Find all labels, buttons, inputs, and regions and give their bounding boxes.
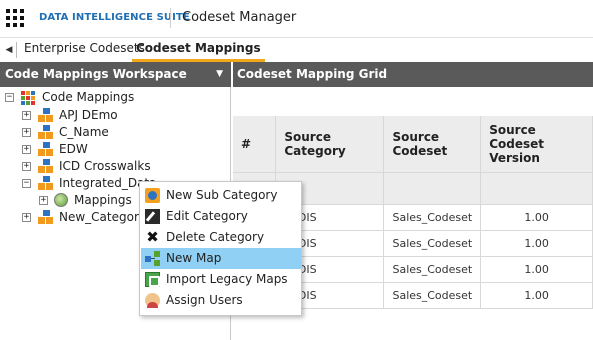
filter-cell[interactable] <box>383 172 482 205</box>
source-version-cell: 1.00 <box>480 230 593 257</box>
menu-item-label: New Sub Category <box>166 188 278 202</box>
brand-title[interactable]: DATA INTELLIGENCE SUITE <box>39 12 190 23</box>
tab-enterprise-codesets[interactable]: Enterprise Codesets <box>20 40 149 62</box>
code-mappings-icon <box>20 90 36 105</box>
expand-toggle-icon[interactable]: + <box>22 162 31 171</box>
tab-bar: ◀ Enterprise Codesets Codeset Mappings <box>0 38 593 62</box>
import-icon <box>145 272 160 287</box>
column-header-number[interactable]: # <box>233 116 277 173</box>
grid-panel-title: Codeset Mapping Grid <box>237 67 388 81</box>
tab-divider <box>16 42 17 58</box>
tree-root-label: Code Mappings <box>42 90 135 104</box>
tab-scroll-left-icon[interactable]: ◀ <box>4 43 14 57</box>
menu-item-label: Edit Category <box>166 209 248 223</box>
category-icon <box>38 108 54 123</box>
tree-item-label: C_Name <box>59 125 109 139</box>
tree-root[interactable]: − Code Mappings <box>0 89 230 106</box>
category-icon <box>38 142 54 157</box>
panel-collapse-icon[interactable]: ▼ <box>216 62 223 87</box>
source-codeset-cell: Sales_Codeset <box>383 230 482 257</box>
column-header-source-category[interactable]: Source Category <box>275 116 385 173</box>
menu-item-delete-category[interactable]: ✖ Delete Category <box>141 227 301 248</box>
delete-icon: ✖ <box>146 228 159 246</box>
context-menu: New Sub Category Edit Category ✖ Delete … <box>139 181 302 316</box>
workspace-panel-title: Code Mappings Workspace <box>5 67 187 81</box>
top-bar: DATA INTELLIGENCE SUITE Codeset Manager <box>0 0 593 38</box>
grid-panel-header: Codeset Mapping Grid <box>233 62 593 87</box>
category-icon <box>38 210 54 225</box>
tree-item[interactable]: + ICD Crosswalks <box>0 158 230 175</box>
tree-item-label: APJ DEmo <box>59 108 118 122</box>
tree-item[interactable]: + C_Name <box>0 124 230 141</box>
source-version-cell: 1.00 <box>480 282 593 309</box>
source-codeset-cell: Sales_Codeset <box>383 204 482 231</box>
tree-item[interactable]: + EDW <box>0 141 230 158</box>
app-launcher-icon[interactable] <box>6 9 24 27</box>
grid-header-row: # Source Category Source Codeset Source … <box>233 116 593 173</box>
source-version-cell: 1.00 <box>480 204 593 231</box>
tree-item-label: EDW <box>59 142 88 156</box>
tree-item-label: Mappings <box>74 193 132 207</box>
expand-toggle-icon[interactable]: + <box>22 213 31 222</box>
menu-item-label: Delete Category <box>166 230 265 244</box>
menu-item-label: Assign Users <box>166 293 243 307</box>
header-divider <box>170 8 171 28</box>
new-sub-category-icon <box>145 188 160 203</box>
expand-toggle-icon[interactable]: + <box>39 196 48 205</box>
column-header-source-codeset-version[interactable]: Source Codeset Version <box>480 116 593 173</box>
source-version-cell: 1.00 <box>480 256 593 283</box>
menu-item-import-legacy-maps[interactable]: Import Legacy Maps <box>141 269 301 290</box>
category-icon <box>38 125 54 140</box>
expand-toggle-icon[interactable]: + <box>22 145 31 154</box>
source-codeset-cell: Sales_Codeset <box>383 282 482 309</box>
menu-item-new-sub-category[interactable]: New Sub Category <box>141 185 301 206</box>
collapse-toggle-icon[interactable]: − <box>22 179 31 188</box>
menu-item-label: New Map <box>166 251 222 265</box>
tree-item-label: ICD Crosswalks <box>59 159 151 173</box>
grid-toolbar <box>233 87 593 116</box>
app-title: Codeset Manager <box>182 10 297 25</box>
menu-item-label: Import Legacy Maps <box>166 272 288 286</box>
source-codeset-cell: Sales_Codeset <box>383 256 482 283</box>
tab-codeset-mappings[interactable]: Codeset Mappings <box>132 40 265 62</box>
expand-toggle-icon[interactable]: + <box>22 128 31 137</box>
category-icon <box>38 176 54 191</box>
menu-item-new-map[interactable]: New Map <box>141 248 301 269</box>
mapping-globe-icon <box>54 193 68 207</box>
column-header-source-codeset[interactable]: Source Codeset <box>383 116 482 173</box>
tree-item[interactable]: + APJ DEmo <box>0 107 230 124</box>
workspace-panel-header: Code Mappings Workspace ▼ <box>0 62 231 87</box>
new-map-icon <box>145 251 160 266</box>
menu-item-assign-users[interactable]: Assign Users <box>141 290 301 311</box>
menu-item-edit-category[interactable]: Edit Category <box>141 206 301 227</box>
filter-cell[interactable] <box>480 172 593 205</box>
collapse-toggle-icon[interactable]: − <box>5 93 14 102</box>
edit-icon <box>145 209 160 224</box>
category-icon <box>38 159 54 174</box>
user-icon <box>145 293 160 308</box>
expand-toggle-icon[interactable]: + <box>22 111 31 120</box>
tree-item-label: New_Category <box>59 210 146 224</box>
